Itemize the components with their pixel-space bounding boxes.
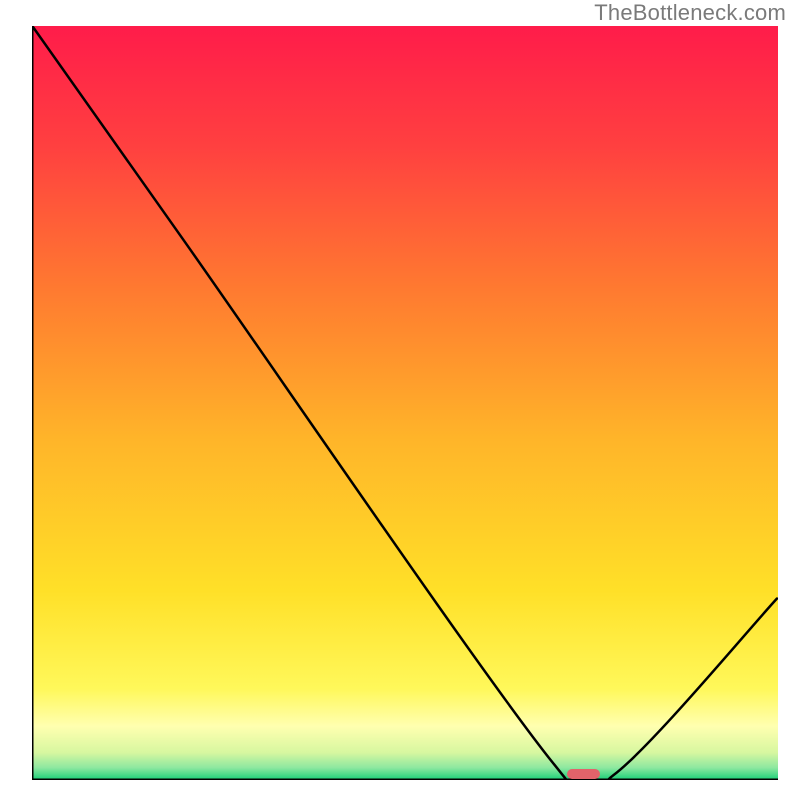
watermark-label: TheBottleneck.com: [594, 0, 786, 26]
optimum-marker: [567, 769, 601, 779]
chart-plot: [32, 26, 778, 780]
chart-container: TheBottleneck.com: [0, 0, 800, 800]
